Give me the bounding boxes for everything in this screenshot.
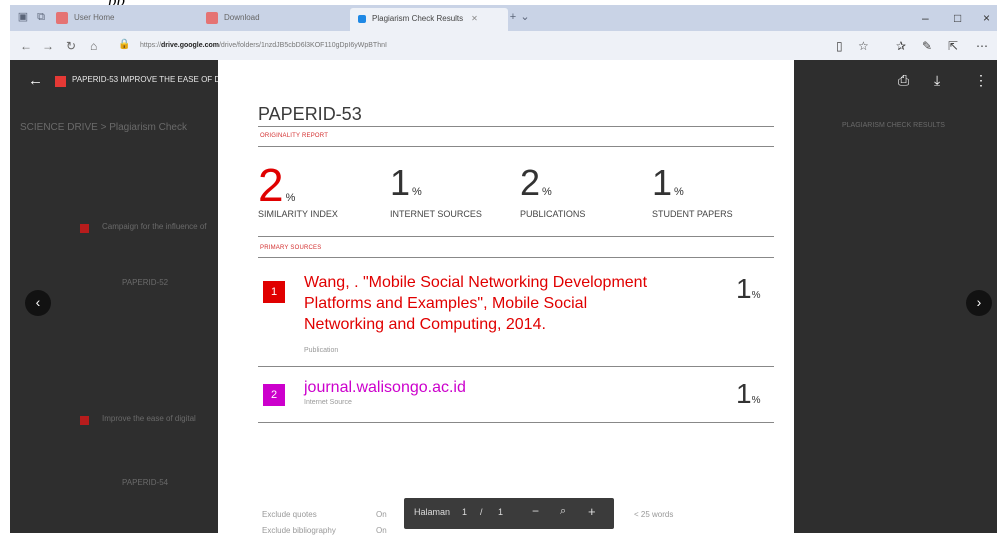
page-controls: Halaman 1 / 1 − ⌕ +: [404, 498, 614, 529]
bg-file-icon: [80, 224, 89, 233]
browser-tab-strip: ▣ ⧉ User Home Download Plagiarism Check …: [10, 5, 997, 31]
exclude-bibliography-label: Exclude bibliography: [262, 526, 336, 535]
back-icon[interactable]: ←: [20, 39, 32, 53]
reading-view-icon[interactable]: ▯: [836, 39, 843, 53]
tab-actions-icon[interactable]: ▣: [16, 11, 30, 23]
bg-breadcrumb: SCIENCE DRIVE > Plagiarism Check: [20, 122, 187, 133]
tab-download[interactable]: Download: [206, 7, 346, 29]
metric-label-similarity: SIMILARITY INDEX: [258, 209, 338, 219]
bg-right-label: PLAGIARISM CHECK RESULTS: [842, 122, 945, 129]
source-1-title: Wang, . "Mobile Social Networking Develo…: [304, 274, 648, 333]
divider: [258, 422, 774, 423]
lock-icon: 🔒: [118, 39, 131, 50]
next-file-button[interactable]: ›: [966, 290, 992, 316]
pdf-page: PAPERID-53 ORIGINALITY REPORT 2% 1% 2% 1…: [218, 60, 794, 535]
zoom-in-icon[interactable]: +: [588, 504, 596, 519]
exclude-quotes-label: Exclude quotes: [262, 510, 317, 519]
url-field[interactable]: https://drive.google.com/drive/folders/1…: [140, 37, 830, 54]
paper-id-title: PAPERID-53: [258, 104, 362, 124]
divider: [258, 236, 774, 237]
bg-file-icon: [80, 416, 89, 425]
divider: [258, 366, 774, 367]
viewer-back-icon[interactable]: ←: [28, 72, 43, 89]
page-total: 1: [498, 507, 504, 517]
tab-favicon: [206, 11, 218, 24]
tab-plagiarism-results[interactable]: Plagiarism Check Results ✕: [350, 8, 508, 31]
print-icon[interactable]: ⎙: [898, 72, 909, 89]
bg-row-text: Improve the ease of digital: [102, 414, 196, 423]
zoom-out-icon[interactable]: −: [532, 504, 539, 518]
metric-student: 1%: [652, 162, 684, 203]
favorites-hub-icon[interactable]: ✰: [896, 39, 906, 53]
pdf-file-icon: [55, 76, 66, 87]
zoom-magnifier-icon[interactable]: ⌕: [560, 505, 566, 518]
more-actions-icon[interactable]: ⋮: [974, 72, 988, 89]
refresh-icon[interactable]: ↻: [66, 39, 76, 53]
notes-pen-icon[interactable]: ✎: [922, 39, 932, 53]
divider: [258, 126, 774, 127]
forward-icon[interactable]: →: [42, 39, 54, 53]
source-number-badge: 1: [263, 281, 285, 303]
maximize-button[interactable]: □: [954, 11, 961, 25]
address-bar-row: ← → ↻ ⌂ 🔒 https://drive.google.com/drive…: [10, 31, 997, 60]
new-tab-icon[interactable]: +: [508, 11, 518, 23]
metric-internet: 1%: [390, 162, 422, 203]
bg-row-text: Campaign for the influence of: [102, 222, 207, 231]
download-icon[interactable]: ⤓: [934, 72, 940, 89]
metric-publications: 2%: [520, 162, 552, 203]
prev-file-button[interactable]: ‹: [25, 290, 51, 316]
primary-sources-label: PRIMARY SOURCES: [260, 245, 322, 251]
close-window-button[interactable]: ×: [983, 11, 990, 25]
source-1-percent: 1%: [736, 273, 761, 304]
divider: [258, 146, 774, 147]
source-number-badge: 2: [263, 384, 285, 406]
favorite-star-icon[interactable]: ☆: [858, 39, 869, 53]
drive-favicon: [358, 14, 366, 23]
tab-user-home[interactable]: User Home: [56, 7, 196, 29]
minimize-button[interactable]: –: [922, 11, 929, 25]
tab-list-chevron-icon[interactable]: ⌄: [520, 11, 530, 23]
source-2-title: journal.walisongo.ac.id: [304, 379, 466, 396]
metric-label-student: STUDENT PAPERS: [652, 209, 733, 219]
originality-report-label: ORIGINALITY REPORT: [260, 133, 329, 139]
exclude-matches-value: < 25 words: [634, 510, 674, 519]
source-2-type: Internet Source: [304, 399, 352, 406]
divider: [258, 257, 774, 258]
metric-similarity: 2%: [258, 159, 296, 211]
home-icon[interactable]: ⌂: [90, 39, 97, 53]
exclude-quotes-value: On: [376, 510, 387, 519]
tab-close-icon[interactable]: ✕: [471, 14, 478, 23]
bg-item: PAPERID-54: [122, 478, 169, 487]
source-2-percent: 1%: [736, 378, 761, 409]
metric-label-internet: INTERNET SOURCES: [390, 209, 482, 219]
more-icon[interactable]: ⋯: [976, 39, 988, 53]
page-separator: /: [480, 507, 483, 517]
exclude-bibliography-value: On: [376, 526, 387, 535]
metric-label-publications: PUBLICATIONS: [520, 209, 586, 219]
bg-item: PAPERID-52: [122, 278, 169, 287]
tab-favicon: [56, 11, 68, 24]
share-icon[interactable]: ⇱: [948, 39, 958, 53]
page-current[interactable]: 1: [462, 507, 467, 517]
tab-preview-icon[interactable]: ⧉: [34, 11, 48, 23]
source-1-type: Publication: [304, 347, 339, 354]
page-label: Halaman: [414, 507, 451, 517]
